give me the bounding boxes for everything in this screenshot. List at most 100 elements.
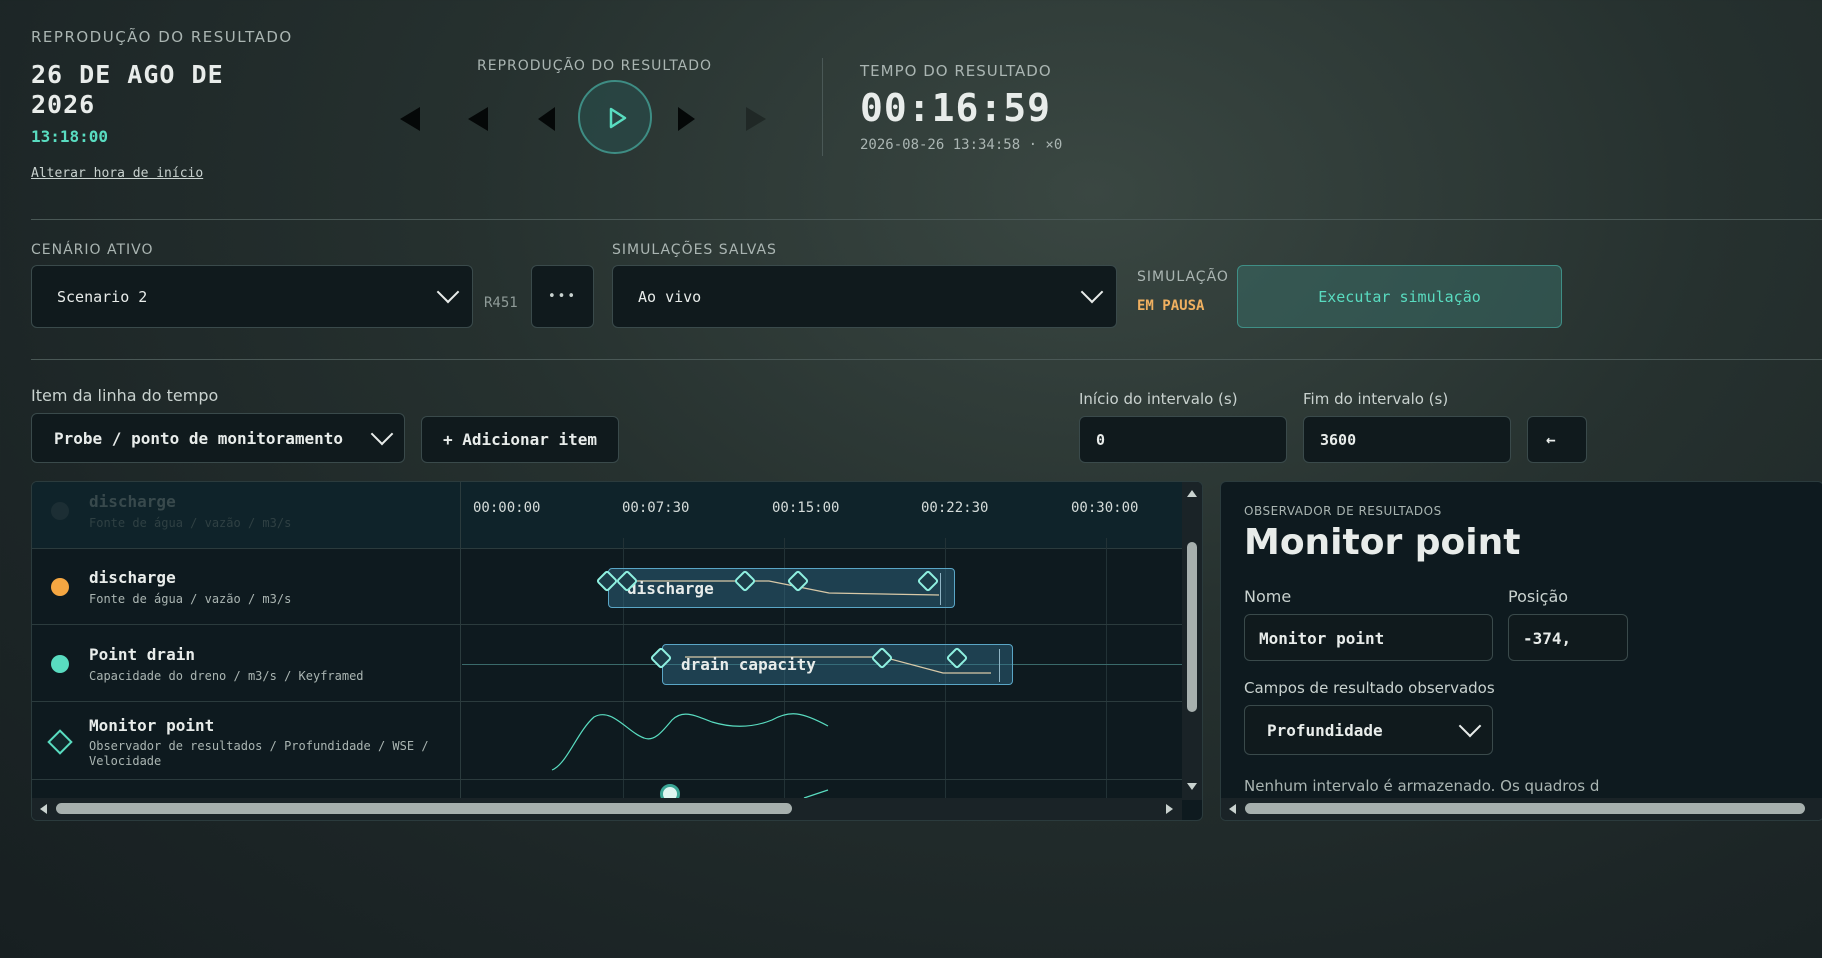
interval-end-input[interactable]: 3600 bbox=[1303, 416, 1511, 463]
name-label: Nome bbox=[1244, 587, 1292, 606]
row-subtitle: Fonte de água / vazão / m3/s bbox=[89, 592, 292, 606]
date-line-2: 2026 bbox=[31, 90, 96, 119]
row-name: discharge bbox=[89, 568, 176, 587]
result-sparkline bbox=[551, 713, 829, 771]
more-options-button[interactable]: ••• bbox=[531, 265, 594, 328]
tick-label: 00:15:00 bbox=[772, 500, 840, 516]
step-back-button[interactable] bbox=[536, 107, 560, 131]
more-icon: ••• bbox=[547, 289, 577, 304]
skip-end-icon bbox=[746, 107, 766, 131]
position-input[interactable]: -374, bbox=[1508, 614, 1628, 661]
arrow-left-icon: ← bbox=[1546, 430, 1556, 449]
row-subtitle: Velocidade bbox=[89, 754, 162, 768]
row-name: Monitor point bbox=[89, 716, 215, 735]
faded-row-sub: Fonte de água / vazão / m3/s bbox=[89, 516, 292, 530]
position-value: -374, bbox=[1523, 629, 1572, 648]
playback-label: REPRODUÇÃO DO RESULTADO bbox=[477, 58, 713, 74]
observer-panel: OBSERVADOR DE RESULTADOS Monitor point N… bbox=[1220, 481, 1822, 821]
status-dot bbox=[51, 655, 69, 673]
saved-simulations-label: SIMULAÇÕES SALVAS bbox=[612, 242, 777, 258]
step-forward-icon bbox=[678, 107, 695, 131]
faded-row-name: discharge bbox=[89, 492, 176, 511]
active-scenario-label: CENÁRIO ATIVO bbox=[31, 242, 154, 258]
status-dot bbox=[51, 578, 69, 596]
horizontal-scrollbar[interactable] bbox=[32, 798, 1182, 820]
discharge-clip[interactable]: discharge bbox=[608, 568, 955, 608]
saved-simulation-value: Ao vivo bbox=[638, 288, 702, 306]
chevron-down-icon bbox=[436, 280, 460, 304]
back-arrow-button[interactable]: ← bbox=[1527, 416, 1587, 463]
interval-start-value: 0 bbox=[1096, 431, 1106, 449]
scroll-down-icon bbox=[1187, 783, 1197, 790]
vertical-scrollbar[interactable] bbox=[1182, 482, 1202, 800]
chevron-down-icon bbox=[370, 422, 394, 446]
name-value: Monitor point bbox=[1259, 629, 1385, 648]
result-timestamp: 2026-08-26 13:34:58 · ×0 bbox=[860, 137, 1063, 153]
saved-simulations-select[interactable]: Ao vivo bbox=[612, 265, 1117, 328]
scrollbar-thumb[interactable] bbox=[1245, 803, 1805, 814]
result-time: 00:16:59 bbox=[860, 86, 1052, 130]
scroll-right-icon bbox=[1166, 804, 1173, 814]
interval-end-value: 3600 bbox=[1320, 431, 1357, 449]
step-back-large-button[interactable] bbox=[466, 107, 490, 131]
play-icon bbox=[609, 107, 627, 129]
timeline-item-select[interactable]: Probe / ponto de monitoramento bbox=[31, 413, 405, 463]
faded-status-dot bbox=[51, 502, 69, 520]
skip-to-start-button[interactable] bbox=[398, 107, 422, 131]
position-label: Posição bbox=[1508, 587, 1569, 606]
timeline-ruler: discharge Fonte de água / vazão / m3/s 0… bbox=[32, 482, 1182, 549]
simulation-label: SIMULAÇÃO bbox=[1137, 269, 1229, 285]
section-label: REPRODUÇÃO DO RESULTADO bbox=[31, 28, 293, 46]
tick-label: 00:07:30 bbox=[622, 500, 690, 516]
interval-end-label: Fim do intervalo (s) bbox=[1303, 390, 1449, 408]
fields-value: Profundidade bbox=[1267, 721, 1383, 740]
rewind-icon bbox=[468, 107, 488, 131]
step-forward-button[interactable] bbox=[676, 107, 700, 131]
interval-start-label: Início do intervalo (s) bbox=[1079, 390, 1238, 408]
timeline-item-value: Probe / ponto de monitoramento bbox=[54, 429, 343, 448]
scroll-left-icon bbox=[1229, 804, 1236, 814]
clip-label: drain capacity bbox=[681, 655, 816, 674]
add-item-button[interactable]: + Adicionar item bbox=[421, 416, 619, 463]
skip-to-end-button[interactable] bbox=[744, 107, 768, 131]
change-start-link[interactable]: Alterar hora de início bbox=[31, 166, 203, 181]
scenario-value: Scenario 2 bbox=[57, 288, 148, 306]
divider bbox=[31, 359, 1822, 360]
chevron-down-icon bbox=[1458, 714, 1482, 738]
divider bbox=[31, 219, 1822, 220]
skip-start-icon bbox=[400, 107, 420, 131]
simulation-status: EM PAUSA bbox=[1137, 298, 1205, 314]
interval-start-input[interactable]: 0 bbox=[1079, 416, 1287, 463]
run-simulation-button[interactable]: Executar simulação bbox=[1237, 265, 1562, 328]
step-back-icon bbox=[538, 107, 555, 131]
clip-label: discharge bbox=[627, 579, 714, 598]
timeline-panel: discharge Fonte de água / vazão / m3/s 0… bbox=[31, 481, 1203, 821]
observer-title: Monitor point bbox=[1244, 522, 1521, 563]
header-divider bbox=[822, 58, 823, 156]
row-subtitle: Observador de resultados / Profundidade … bbox=[89, 739, 429, 753]
result-fields-select[interactable]: Profundidade bbox=[1244, 705, 1493, 755]
scroll-left-icon bbox=[40, 804, 47, 814]
start-time: 13:18:00 bbox=[31, 127, 109, 146]
scroll-up-icon bbox=[1187, 490, 1197, 497]
row-name: Point drain bbox=[89, 645, 195, 664]
date-line-1: 26 DE AGO DE bbox=[31, 60, 224, 89]
tick-label: 00:00:00 bbox=[473, 500, 541, 516]
fields-label: Campos de resultado observados bbox=[1244, 679, 1495, 697]
observer-label: OBSERVADOR DE RESULTADOS bbox=[1244, 504, 1442, 518]
play-button[interactable] bbox=[578, 80, 652, 154]
chevron-down-icon bbox=[1080, 280, 1104, 304]
horizontal-scrollbar[interactable] bbox=[1221, 798, 1822, 820]
scenario-select[interactable]: Scenario 2 bbox=[31, 265, 473, 328]
result-time-label: TEMPO DO RESULTADO bbox=[860, 62, 1052, 80]
timeline-item-label: Item da linha do tempo bbox=[31, 386, 219, 405]
diamond-icon bbox=[47, 729, 73, 755]
scrollbar-thumb[interactable] bbox=[1187, 542, 1197, 712]
tick-label: 00:22:30 bbox=[921, 500, 989, 516]
revision-badge: R451 bbox=[484, 295, 518, 311]
scrollbar-thumb[interactable] bbox=[56, 803, 792, 814]
name-input[interactable]: Monitor point bbox=[1244, 614, 1493, 661]
observer-note: Nenhum intervalo é armazenado. Os quadro… bbox=[1244, 777, 1600, 795]
tick-label: 00:30:00 bbox=[1071, 500, 1139, 516]
row-subtitle: Capacidade do dreno / m3/s / Keyframed bbox=[89, 669, 364, 683]
